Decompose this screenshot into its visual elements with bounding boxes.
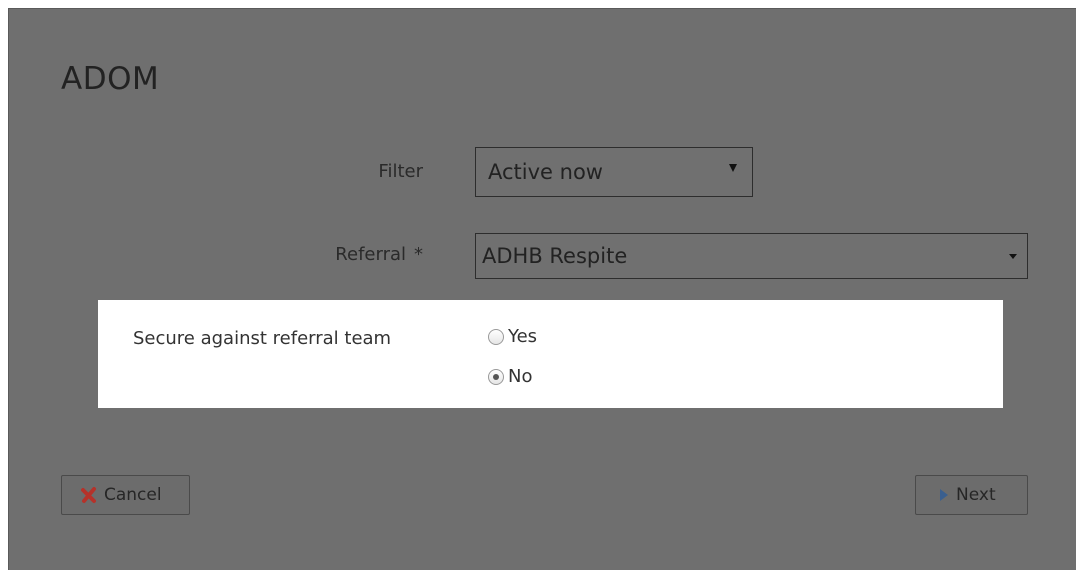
radio-unchecked-icon[interactable] [488,328,504,345]
next-button[interactable]: Next [915,475,1028,515]
radio-label-yes: Yes [508,326,538,347]
next-button-label: Next [956,485,996,505]
dialog: ADOM Filter Active now Referral * ADHB Re… [8,8,1076,570]
dialog-title: ADOM [61,61,160,97]
radio-option-no[interactable]: No [488,366,532,387]
cancel-button-label: Cancel [104,485,162,505]
radio-option-yes[interactable]: Yes [488,326,537,347]
dropdown-arrow-icon [1009,254,1017,259]
filter-select[interactable]: Active now [475,147,753,197]
radio-checked-icon[interactable] [488,368,504,385]
referral-label: Referral * [259,244,423,265]
cancel-button[interactable]: Cancel [61,475,190,515]
radio-label-no: No [508,366,533,387]
referral-select[interactable]: ADHB Respite [475,233,1028,279]
filter-select-value: Active now [488,160,603,184]
secure-against-referral-section: Secure against referral team Yes No [98,300,1003,408]
dropdown-arrow-icon [729,164,737,172]
referral-label-text: Referral [335,244,406,265]
play-arrow-icon [938,487,950,503]
secure-label: Secure against referral team [133,328,392,349]
required-marker: * [414,244,423,265]
filter-label: Filter [378,161,423,182]
referral-select-value: ADHB Respite [482,244,628,268]
cancel-x-icon [80,486,98,504]
